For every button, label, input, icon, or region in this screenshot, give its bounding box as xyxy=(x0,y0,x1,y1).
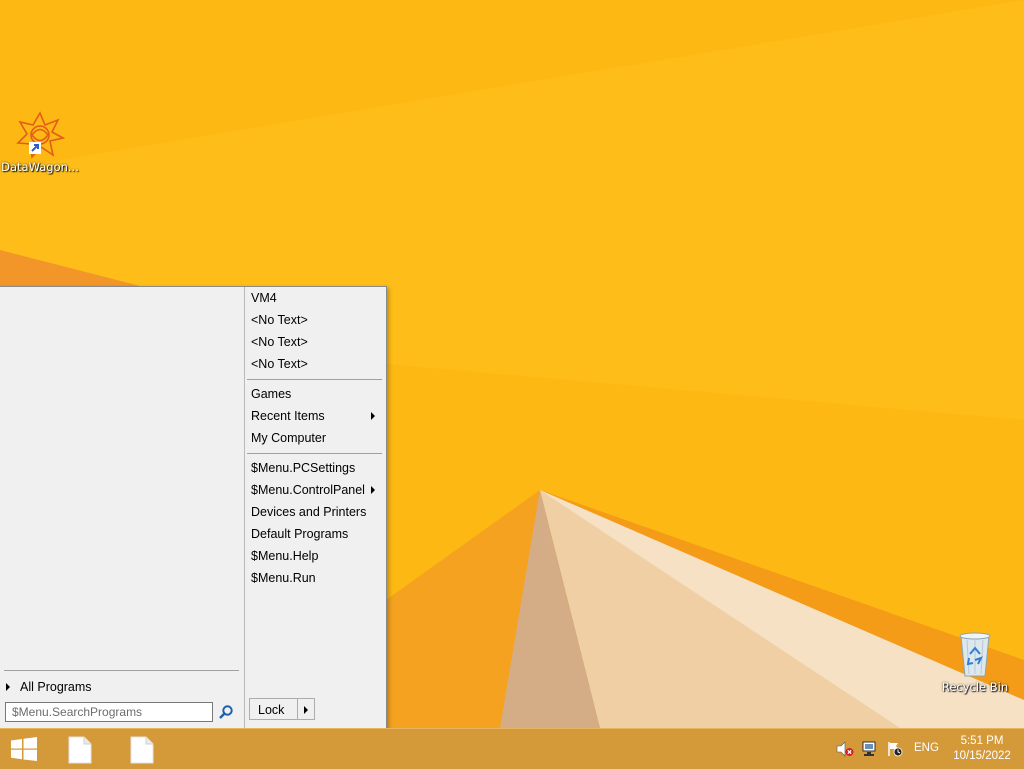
separator xyxy=(247,379,382,380)
menu-item-label: $Menu.ControlPanel xyxy=(251,483,365,497)
start-menu: All Programs VM4 <No Text> <No Text> <No… xyxy=(0,286,387,730)
desktop-icon-label: Recycle Bin xyxy=(941,680,1009,694)
search-icon[interactable] xyxy=(216,703,236,723)
separator xyxy=(4,670,239,671)
menu-item-pc-settings[interactable]: $Menu.PCSettings xyxy=(251,457,381,479)
menu-item-help[interactable]: $Menu.Help xyxy=(251,545,381,567)
menu-item-label: $Menu.PCSettings xyxy=(251,461,356,475)
lock-label: Lock xyxy=(258,703,285,717)
menu-item-label: <No Text> xyxy=(251,357,308,371)
document-icon[interactable] xyxy=(68,736,92,764)
submenu-arrow-icon xyxy=(304,706,308,714)
menu-item-label: VM4 xyxy=(251,291,277,305)
clock[interactable]: 5:51 PM 10/15/2022 xyxy=(946,734,1018,764)
datawagon-star-icon xyxy=(16,111,65,159)
all-programs-label: All Programs xyxy=(20,680,92,694)
all-programs-button[interactable]: All Programs xyxy=(0,677,240,697)
menu-item-no-text[interactable]: <No Text> xyxy=(251,331,381,353)
menu-item-control-panel[interactable]: $Menu.ControlPanel xyxy=(251,479,381,501)
taskbar: ENG 5:51 PM 10/15/2022 xyxy=(0,728,1024,769)
menu-item-default-programs[interactable]: Default Programs xyxy=(251,523,381,545)
menu-item-games[interactable]: Games xyxy=(251,383,381,405)
document-icon[interactable] xyxy=(130,736,154,764)
menu-item-label: My Computer xyxy=(251,431,327,445)
menu-item-no-text[interactable]: <No Text> xyxy=(251,353,381,375)
clock-time: 5:51 PM xyxy=(960,735,1004,747)
menu-item-recent-items[interactable]: Recent Items xyxy=(251,405,381,427)
windows-logo-icon[interactable] xyxy=(10,737,38,761)
menu-item-devices-and-printers[interactable]: Devices and Printers xyxy=(251,501,381,523)
clock-date: 10/15/2022 xyxy=(953,750,1011,762)
desktop-icon-datawagon[interactable]: DataWagon... xyxy=(0,110,80,174)
menu-item-label: Default Programs xyxy=(251,527,349,541)
recycle-bin-icon xyxy=(959,632,991,677)
separator xyxy=(247,453,382,454)
submenu-arrow-icon xyxy=(371,412,375,420)
menu-item-label: <No Text> xyxy=(251,335,308,349)
start-menu-left-pane: All Programs xyxy=(0,287,244,729)
shutdown-options-button[interactable] xyxy=(297,698,315,720)
desktop-icon-recycle-bin[interactable]: Recycle Bin xyxy=(935,630,1015,694)
menu-item-label: Recent Items xyxy=(251,409,325,423)
action-center-flag-icon[interactable] xyxy=(886,741,904,757)
menu-item-no-text[interactable]: <No Text> xyxy=(251,309,381,331)
menu-item-label: <No Text> xyxy=(251,313,308,327)
menu-item-label: $Menu.Run xyxy=(251,571,316,585)
submenu-arrow-icon xyxy=(371,486,375,494)
menu-item-label: Devices and Printers xyxy=(251,505,367,519)
desktop-icon-label: DataWagon... xyxy=(1,160,79,174)
menu-item-label: $Menu.Help xyxy=(251,549,319,563)
triangle-right-icon xyxy=(6,683,10,691)
start-menu-right-pane: VM4 <No Text> <No Text> <No Text> Games … xyxy=(245,287,386,729)
language-indicator[interactable]: ENG xyxy=(914,742,939,754)
lock-button[interactable]: Lock xyxy=(249,698,297,720)
menu-item-my-computer[interactable]: My Computer xyxy=(251,427,381,449)
speaker-muted-icon[interactable] xyxy=(836,741,854,757)
network-icon[interactable] xyxy=(861,741,879,757)
menu-item-run[interactable]: $Menu.Run xyxy=(251,567,381,589)
search-input[interactable] xyxy=(5,702,213,722)
menu-item-label: Games xyxy=(251,387,292,401)
menu-item-vm4[interactable]: VM4 xyxy=(251,287,381,309)
